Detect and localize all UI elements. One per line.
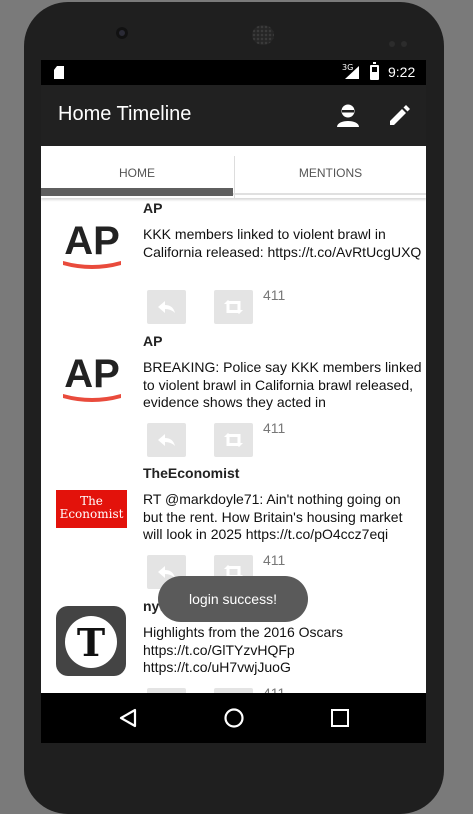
retweet-icon bbox=[224, 433, 243, 447]
reply-icon bbox=[158, 434, 175, 446]
economist-logo-icon: The Economist bbox=[56, 490, 127, 528]
tab-bar: HOME MENTIONS bbox=[41, 146, 426, 198]
tab-home-label: HOME bbox=[119, 166, 155, 180]
person-icon bbox=[337, 104, 359, 127]
tweet-text: RT @markdoyle71: Ain't nothing going on … bbox=[143, 491, 403, 542]
screen: 3G 9:22 Home Timeline HOME MENTIONS AP A… bbox=[41, 60, 426, 743]
tweet-author[interactable]: AP bbox=[143, 200, 162, 216]
status-time: 9:22 bbox=[388, 64, 416, 80]
retweet-count: 411 bbox=[263, 552, 286, 568]
battery-icon bbox=[370, 62, 379, 80]
retweet-button[interactable] bbox=[214, 423, 253, 457]
avatar-economist-logo[interactable]: The Economist bbox=[55, 475, 129, 549]
tab-mentions-label: MENTIONS bbox=[298, 166, 363, 180]
ap-logo-icon: AP bbox=[63, 219, 121, 269]
avatar-nyt-logo[interactable]: T bbox=[56, 606, 126, 676]
retweet-count: 411 bbox=[263, 287, 286, 303]
status-bar: 3G 9:22 bbox=[41, 60, 426, 85]
sd-card-icon bbox=[54, 66, 64, 79]
nav-back-button[interactable] bbox=[117, 707, 139, 729]
retweet-icon bbox=[224, 300, 243, 314]
tweet-author[interactable]: TheEconomist bbox=[143, 465, 239, 481]
nav-home-button[interactable] bbox=[223, 707, 245, 729]
phone-top-bezel bbox=[54, 2, 414, 62]
earpiece-speaker bbox=[252, 25, 274, 45]
nav-recent-button[interactable] bbox=[331, 709, 349, 727]
retweet-count: 411 bbox=[263, 420, 286, 436]
svg-text:T: T bbox=[77, 620, 105, 665]
page-title: Home Timeline bbox=[58, 103, 192, 125]
proximity-sensor bbox=[389, 32, 419, 47]
tweet-author[interactable]: AP bbox=[143, 333, 162, 349]
tab-divider bbox=[233, 193, 426, 195]
ap-logo-icon: AP bbox=[63, 352, 121, 402]
avatar-ap-logo[interactable]: AP bbox=[55, 341, 129, 415]
nyt-logo-icon: T bbox=[65, 616, 117, 668]
reply-icon bbox=[158, 301, 175, 313]
tweet-text: Highlights from the 2016 Oscars https://… bbox=[143, 624, 343, 675]
svg-text:AP: AP bbox=[64, 219, 120, 263]
reply-button[interactable] bbox=[147, 290, 186, 324]
tweet-text: KKK members linked to violent brawl in C… bbox=[143, 226, 422, 260]
tweet-text: BREAKING: Police say KKK members linked … bbox=[143, 359, 422, 410]
app-bar: Home Timeline bbox=[41, 85, 426, 146]
svg-text:AP: AP bbox=[64, 352, 120, 396]
reply-button[interactable] bbox=[147, 423, 186, 457]
tab-selected-indicator bbox=[41, 188, 233, 196]
profile-button[interactable] bbox=[334, 101, 362, 129]
home-circle-icon bbox=[224, 708, 244, 728]
front-camera bbox=[116, 27, 128, 39]
system-nav-bar bbox=[41, 693, 426, 743]
retweet-button[interactable] bbox=[214, 290, 253, 324]
network-type: 3G bbox=[342, 63, 354, 72]
back-triangle-icon bbox=[119, 708, 137, 728]
pencil-icon bbox=[390, 105, 410, 125]
tab-mentions[interactable]: MENTIONS bbox=[234, 156, 426, 198]
compose-button[interactable] bbox=[386, 101, 414, 129]
avatar-ap-logo[interactable]: AP bbox=[55, 208, 129, 282]
login-toast: login success! bbox=[158, 576, 308, 622]
